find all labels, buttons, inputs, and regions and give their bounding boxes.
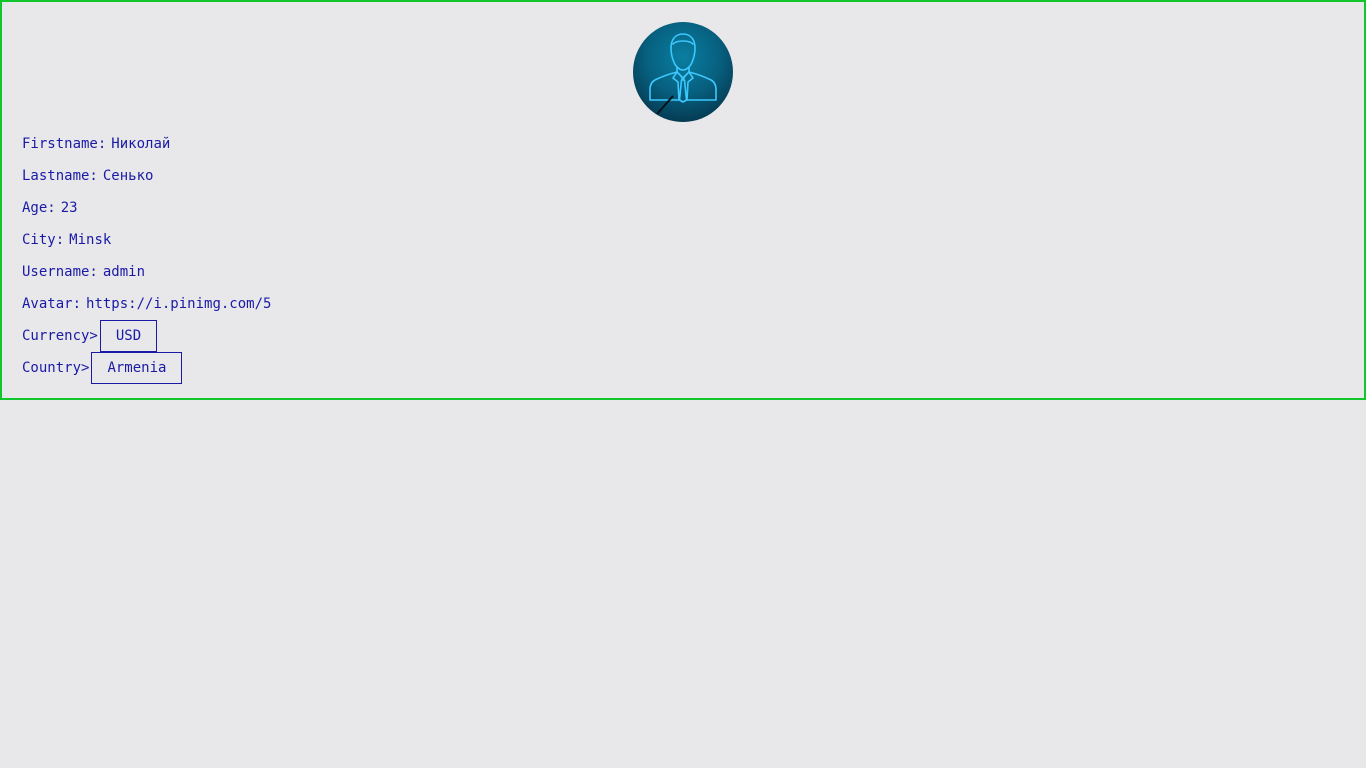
username-value: admin [102, 264, 146, 280]
city-value: Minsk [69, 232, 112, 248]
avatar-label: Avatar: [22, 296, 82, 312]
city-label: City: [22, 232, 65, 248]
currency-label: Currency> [22, 328, 98, 344]
country-label: Country> [22, 360, 90, 376]
profile-fields: Firstname: Николай Lastname: Сенько Age:… [22, 128, 276, 384]
age-value: 23 [60, 200, 78, 216]
profile-card: Firstname: Николай Lastname: Сенько Age:… [0, 0, 1366, 400]
age-label: Age: [22, 200, 56, 216]
city-field: City: Minsk [22, 224, 276, 256]
firstname-value: Николай [111, 136, 171, 152]
avatar-field: Avatar: https://i.pinimg.com/5 [22, 288, 276, 320]
age-field: Age: 23 [22, 192, 276, 224]
avatar-url-value: https://i.pinimg.com/5 [86, 296, 272, 312]
firstname-label: Firstname: [22, 136, 107, 152]
firstname-field: Firstname: Николай [22, 128, 276, 160]
country-field: Country> Armenia [22, 352, 276, 384]
country-select[interactable]: Armenia [91, 352, 183, 384]
currency-select[interactable]: USD [99, 320, 158, 352]
username-label: Username: [22, 264, 98, 280]
avatar [633, 22, 733, 122]
currency-field: Currency> USD [22, 320, 276, 352]
lastname-label: Lastname: [22, 168, 98, 184]
username-field: Username: admin [22, 256, 276, 288]
lastname-field: Lastname: Сенько [22, 160, 276, 192]
lastname-value: Сенько [102, 168, 154, 184]
user-silhouette-icon [649, 33, 717, 115]
